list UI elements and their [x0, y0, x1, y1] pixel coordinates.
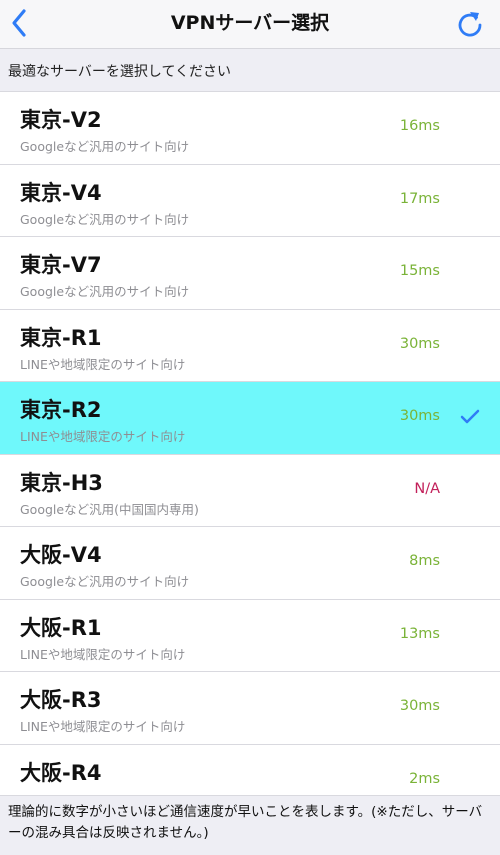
server-ping: N/A [414, 480, 440, 497]
server-description: LINEや地域限定のサイト向け [20, 719, 186, 734]
server-ping: 30ms [399, 698, 440, 714]
server-list[interactable]: 東京-V2 Googleなど汎用のサイト向け 16ms 東京-V4 Googleなど汎用… [0, 92, 500, 795]
server-name: 東京-R1 [20, 325, 102, 350]
server-description: Googleなど汎用のサイト向け [20, 211, 190, 227]
server-ping: 15ms [399, 263, 440, 279]
server-ping: 8ms [409, 553, 440, 569]
server-ping: 17ms [399, 190, 440, 207]
server-description: Googleなど汎用(中国国内専用) [20, 501, 199, 517]
server-row[interactable]: 東京-V2 Googleなど汎用のサイト向け 16ms [0, 92, 500, 165]
server-name: 東京-V2 [20, 108, 102, 132]
server-row[interactable]: 大阪-R1 LINEや地域限定のサイト向け 13ms [0, 599, 500, 672]
footer-text: 理論的に数字が小さいほど通信速度が早いことを表します。(※ただし、サーバーの混み… [8, 804, 483, 841]
server-description: LINEや地域限定のサイト向け [20, 356, 186, 372]
server-description: LINEや地域限定のサイト向け [20, 429, 186, 444]
server-row[interactable]: 大阪-R4 2ms [0, 744, 500, 795]
server-ping: 13ms [399, 625, 440, 642]
server-name: 大阪-R1 [20, 615, 102, 640]
server-description: LINEや地域限定のサイト向け [20, 646, 186, 662]
footer-note: 理論的に数字が小さいほど通信速度が早いことを表します。(※ただし、サーバーの混み… [0, 795, 500, 855]
server-name: 東京-R2 [20, 398, 102, 422]
server-name: 東京-V7 [20, 253, 102, 277]
checkmark-icon [460, 409, 480, 424]
server-name: 東京-H3 [20, 470, 103, 495]
server-row[interactable]: 東京-H3 Googleなど汎用(中国国内専用) N/A [0, 454, 500, 527]
page-title: VPNサーバー選択 [170, 12, 330, 34]
server-description: Googleなど汎用のサイト向け [20, 574, 190, 589]
server-ping: 30ms [399, 335, 440, 352]
server-name: 大阪-R3 [20, 688, 102, 712]
server-ping: 2ms [409, 770, 440, 787]
refresh-icon [458, 12, 482, 37]
server-name: 東京-V4 [20, 180, 102, 205]
server-name: 大阪-R4 [20, 760, 102, 785]
server-description: Googleなど汎用のサイト向け [20, 284, 190, 299]
section-header: 最適なサーバーを選択してください [0, 49, 500, 92]
section-header-text: 最適なサーバーを選択してください [8, 64, 232, 80]
server-row[interactable]: 東京-R1 LINEや地域限定のサイト向け 30ms [0, 309, 500, 382]
navigation-bar: VPNサーバー選択 [0, 0, 500, 49]
server-description: Googleなど汎用のサイト向け [20, 139, 190, 154]
server-name: 大阪-V4 [20, 543, 102, 567]
server-row[interactable]: 大阪-R3 LINEや地域限定のサイト向け 30ms [0, 672, 500, 745]
server-row[interactable]: 大阪-V4 Googleなど汎用のサイト向け 8ms [0, 527, 500, 600]
server-row[interactable]: 東京-R2 LINEや地域限定のサイト向け 30ms [0, 382, 500, 455]
server-row[interactable]: 東京-V4 Googleなど汎用のサイト向け 17ms [0, 164, 500, 237]
server-ping: 30ms [399, 408, 440, 424]
server-row[interactable]: 東京-V7 Googleなど汎用のサイト向け 15ms [0, 237, 500, 310]
refresh-button[interactable] [454, 8, 486, 40]
server-ping: 16ms [399, 118, 440, 134]
